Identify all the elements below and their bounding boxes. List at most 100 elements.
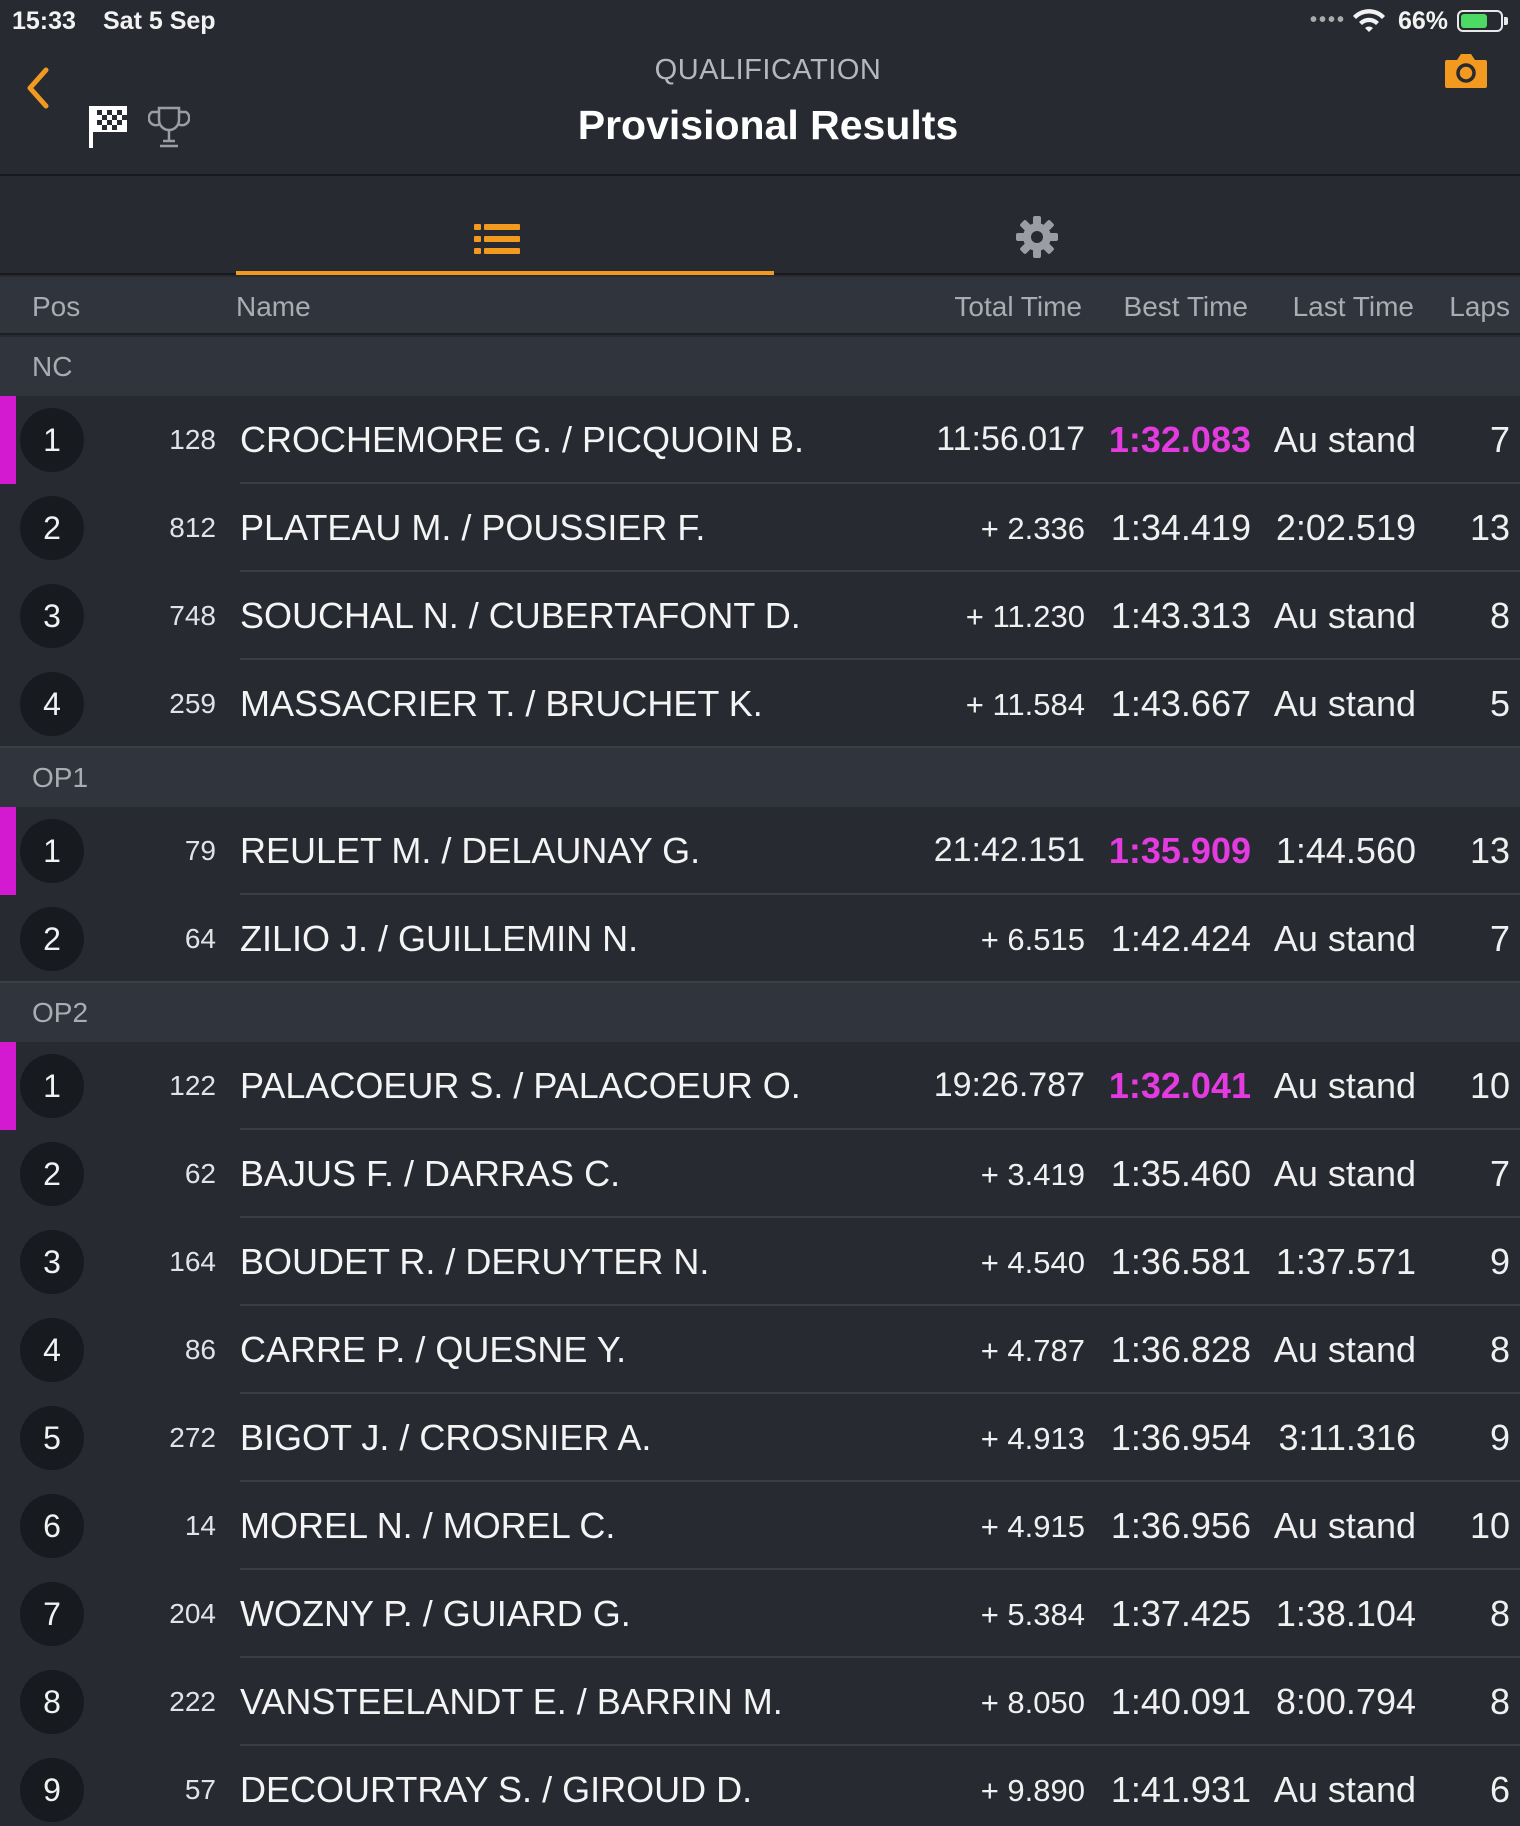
best-time: 1:43.313 (1110, 595, 1251, 636)
car-number: 86 (184, 1334, 216, 1365)
column-headers: Pos Name Total Time Best Time Last Time … (0, 277, 1520, 335)
laps-count: 8 (1489, 1329, 1510, 1370)
total-time: + 2.336 (980, 511, 1085, 546)
table-row[interactable]: 2 812 PLATEAU M. / POUSSIER F. + 2.336 1:34.… (0, 484, 1520, 572)
laps-count: 7 (1489, 419, 1510, 460)
table-row[interactable]: 4 86 CARRE P. / QUESNE Y. + 4.787 1:36.828 Au… (0, 1306, 1520, 1394)
car-number: 64 (184, 923, 216, 954)
last-time: 3:11.316 (1278, 1417, 1416, 1458)
last-time: Au stand (1273, 1153, 1416, 1194)
page-title: Provisional Results (577, 102, 959, 148)
car-number: 812 (169, 512, 216, 543)
best-time: 1:43.667 (1110, 683, 1251, 724)
battery-icon (1457, 10, 1508, 32)
column-header-laps[interactable]: Laps (1449, 291, 1510, 323)
total-time: + 8.050 (980, 1685, 1085, 1720)
best-time: 1:36.956 (1110, 1505, 1251, 1546)
laps-count: 8 (1489, 595, 1510, 636)
position-badge: 2 (20, 1142, 84, 1206)
column-header-total-time[interactable]: Total Time (954, 291, 1082, 323)
total-time: + 4.913 (980, 1421, 1085, 1456)
car-number: 79 (184, 835, 216, 866)
laps-count: 8 (1489, 1681, 1510, 1722)
position-badge: 2 (20, 496, 84, 560)
column-header-last-time[interactable]: Last Time (1293, 291, 1414, 323)
position-badge: 5 (20, 1406, 84, 1470)
position-badge: 3 (20, 584, 84, 648)
table-row[interactable]: 6 14 MOREL N. / MOREL C. + 4.915 1:36.956 Au … (0, 1482, 1520, 1570)
tab-settings[interactable] (774, 178, 1298, 275)
driver-names: WOZNY P. / GUIARD G. (240, 1593, 631, 1634)
last-time: Au stand (1273, 1065, 1416, 1106)
best-time: 1:34.419 (1110, 507, 1251, 548)
table-row[interactable]: 1 122 PALACOEUR S. / PALACOEUR O. 19:26.787… (0, 1042, 1520, 1130)
car-number: 272 (169, 1422, 216, 1453)
total-time: + 4.787 (980, 1333, 1085, 1368)
laps-count: 13 (1469, 507, 1510, 548)
driver-names: SOUCHAL N. / CUBERTAFONT D. (240, 595, 801, 636)
last-time: 1:44.560 (1275, 830, 1416, 871)
tab-results-list[interactable] (236, 178, 774, 275)
laps-count: 7 (1489, 918, 1510, 959)
last-time: Au stand (1273, 1769, 1416, 1810)
best-time: 1:35.909 (1108, 830, 1251, 871)
group-header: OP1 (0, 748, 1520, 807)
gear-icon (1016, 216, 1058, 258)
driver-names: CROCHEMORE G. / PICQUOIN B. (240, 419, 805, 460)
total-time: + 11.584 (965, 687, 1085, 722)
total-time: + 6.515 (980, 922, 1085, 957)
driver-names: REULET M. / DELAUNAY G. (240, 830, 701, 871)
session-subtitle: QUALIFICATION (654, 54, 882, 86)
car-number: 164 (169, 1246, 216, 1277)
table-row[interactable]: 2 62 BAJUS F. / DARRAS C. + 3.419 1:35.460 Au… (0, 1130, 1520, 1218)
results-list: NC 1 128 CROCHEMORE G. / PICQUOIN B. 11:56.0… (0, 337, 1520, 1826)
wifi-icon (1353, 9, 1385, 32)
last-time: Au stand (1273, 1329, 1416, 1370)
last-time: Au stand (1273, 918, 1416, 959)
camera-icon[interactable] (1443, 50, 1489, 90)
position-badge: 1 (20, 819, 84, 883)
position-badge: 1 (20, 408, 84, 472)
total-time: + 5.384 (980, 1597, 1085, 1632)
driver-names: ZILIO J. / GUILLEMIN N. (240, 918, 639, 959)
column-header-best-time[interactable]: Best Time (1124, 291, 1248, 323)
column-header-pos[interactable]: Pos (32, 291, 80, 323)
best-time: 1:32.083 (1108, 419, 1251, 460)
laps-count: 9 (1489, 1417, 1510, 1458)
laps-count: 9 (1489, 1241, 1510, 1282)
table-row[interactable]: 8 222 VANSTEELANDT E. / BARRIN M. + 8.050 1:… (0, 1658, 1520, 1746)
car-number: 57 (184, 1774, 216, 1805)
best-time: 1:36.828 (1110, 1329, 1251, 1370)
table-row[interactable]: 4 259 MASSACRIER T. / BRUCHET K. + 11.584 1:… (0, 660, 1520, 748)
total-time: + 4.915 (980, 1509, 1085, 1544)
table-row[interactable]: 5 272 BIGOT J. / CROSNIER A. + 4.913 1:36.95… (0, 1394, 1520, 1482)
best-time: 1:35.460 (1110, 1153, 1251, 1194)
car-number: 14 (184, 1510, 216, 1541)
table-row[interactable]: 7 204 WOZNY P. / GUIARD G. + 5.384 1:37.425 1… (0, 1570, 1520, 1658)
driver-names: MOREL N. / MOREL C. (240, 1505, 616, 1546)
table-row[interactable]: 3 748 SOUCHAL N. / CUBERTAFONT D. + 11.230 1… (0, 572, 1520, 660)
table-row[interactable]: 9 57 DECOURTRAY S. / GIROUD D. + 9.890 1:41.… (0, 1746, 1520, 1826)
driver-names: DECOURTRAY S. / GIROUD D. (240, 1769, 753, 1810)
table-row[interactable]: 3 164 BOUDET R. / DERUYTER N. + 4.540 1:36.5… (0, 1218, 1520, 1306)
last-time: 1:38.104 (1275, 1593, 1416, 1634)
list-icon (474, 224, 520, 254)
best-time: 1:37.425 (1110, 1593, 1251, 1634)
car-number: 222 (169, 1686, 216, 1717)
last-time: Au stand (1273, 1505, 1416, 1546)
column-header-name[interactable]: Name (236, 291, 311, 323)
driver-names: VANSTEELANDT E. / BARRIN M. (240, 1681, 783, 1722)
best-time: 1:36.954 (1110, 1417, 1251, 1458)
signal-dots-icon: •••• (1310, 9, 1347, 31)
status-date: Sat 5 Sep (103, 7, 216, 35)
status-time: 15:33 (12, 7, 76, 35)
car-number: 62 (184, 1158, 216, 1189)
total-time: + 11.230 (965, 599, 1085, 634)
position-badge: 9 (20, 1758, 84, 1822)
driver-names: CARRE P. / QUESNE Y. (240, 1329, 627, 1370)
table-row[interactable]: 1 128 CROCHEMORE G. / PICQUOIN B. 11:56.017… (0, 396, 1520, 484)
table-row[interactable]: 2 64 ZILIO J. / GUILLEMIN N. + 6.515 1:42.42… (0, 895, 1520, 983)
table-row[interactable]: 1 79 REULET M. / DELAUNAY G. 21:42.151 1:35.… (0, 807, 1520, 895)
last-time: 1:37.571 (1275, 1241, 1416, 1282)
laps-count: 13 (1469, 830, 1510, 871)
